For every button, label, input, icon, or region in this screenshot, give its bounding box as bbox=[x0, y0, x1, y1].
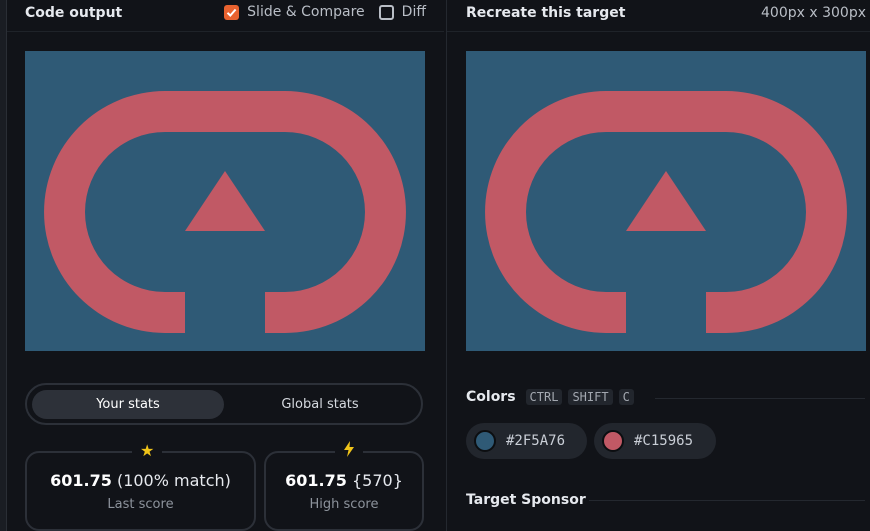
stats-tabs: Your stats Global stats bbox=[25, 383, 423, 425]
last-score-value: 601.75 bbox=[50, 471, 112, 490]
shortcut-key-c: C bbox=[618, 389, 634, 405]
colors-header: Colors CTRL SHIFT C bbox=[466, 389, 634, 405]
code-output-title: Code output bbox=[25, 5, 123, 21]
view-options: Slide & Compare Diff bbox=[224, 4, 426, 20]
shortcut-key-ctrl: CTRL bbox=[525, 389, 563, 405]
colors-divider bbox=[655, 398, 865, 399]
slide-compare-toggle[interactable]: Slide & Compare bbox=[224, 4, 365, 20]
last-score-text: 601.75 (100% match) bbox=[27, 471, 254, 490]
header-divider bbox=[7, 31, 444, 32]
color-hex: #C15965 bbox=[634, 433, 694, 449]
star-icon: ★ bbox=[132, 441, 163, 460]
last-score-card: 601.75 (100% match) Last score bbox=[25, 451, 256, 531]
high-score-label: High score bbox=[309, 497, 379, 512]
target-panel: Recreate this target 400px x 300px Color… bbox=[446, 0, 870, 531]
code-output-panel: Code output Slide & Compare Diff Your st… bbox=[7, 0, 444, 531]
slide-compare-label: Slide & Compare bbox=[247, 4, 365, 20]
high-score-value: 601.75 bbox=[285, 471, 347, 490]
diff-toggle[interactable]: Diff bbox=[378, 4, 426, 20]
sponsor-divider bbox=[589, 500, 865, 501]
target-render bbox=[466, 51, 866, 351]
tab-your-stats[interactable]: Your stats bbox=[32, 390, 224, 419]
high-score-card: 601.75 {570} High score bbox=[264, 451, 424, 531]
shortcut-key-shift: SHIFT bbox=[568, 389, 613, 405]
target-size: 400px x 300px bbox=[761, 5, 866, 21]
target-canvas bbox=[466, 51, 866, 351]
diff-label: Diff bbox=[401, 4, 426, 20]
last-score-detail: (100% match) bbox=[116, 471, 231, 490]
editor-edge bbox=[0, 0, 7, 531]
checkbox-unchecked-icon[interactable] bbox=[378, 4, 394, 20]
color-hex: #2F5A76 bbox=[506, 433, 566, 449]
last-score-label: Last score bbox=[107, 497, 174, 512]
high-score-text: 601.75 {570} bbox=[266, 471, 422, 490]
target-title: Recreate this target bbox=[466, 5, 626, 21]
color-dot bbox=[602, 430, 624, 452]
high-score-detail: {570} bbox=[351, 471, 403, 490]
checkbox-checked-icon[interactable] bbox=[224, 4, 240, 20]
color-swatch-blue[interactable]: #2F5A76 bbox=[466, 423, 587, 459]
color-swatch-red[interactable]: #C15965 bbox=[594, 423, 716, 459]
tab-global-stats[interactable]: Global stats bbox=[224, 390, 416, 419]
header-divider bbox=[447, 31, 870, 32]
target-sponsor-label: Target Sponsor bbox=[466, 492, 586, 508]
code-output-canvas[interactable] bbox=[25, 51, 425, 351]
output-render bbox=[25, 51, 425, 351]
bolt-icon bbox=[335, 441, 363, 461]
colors-label: Colors bbox=[466, 389, 516, 405]
color-dot bbox=[474, 430, 496, 452]
